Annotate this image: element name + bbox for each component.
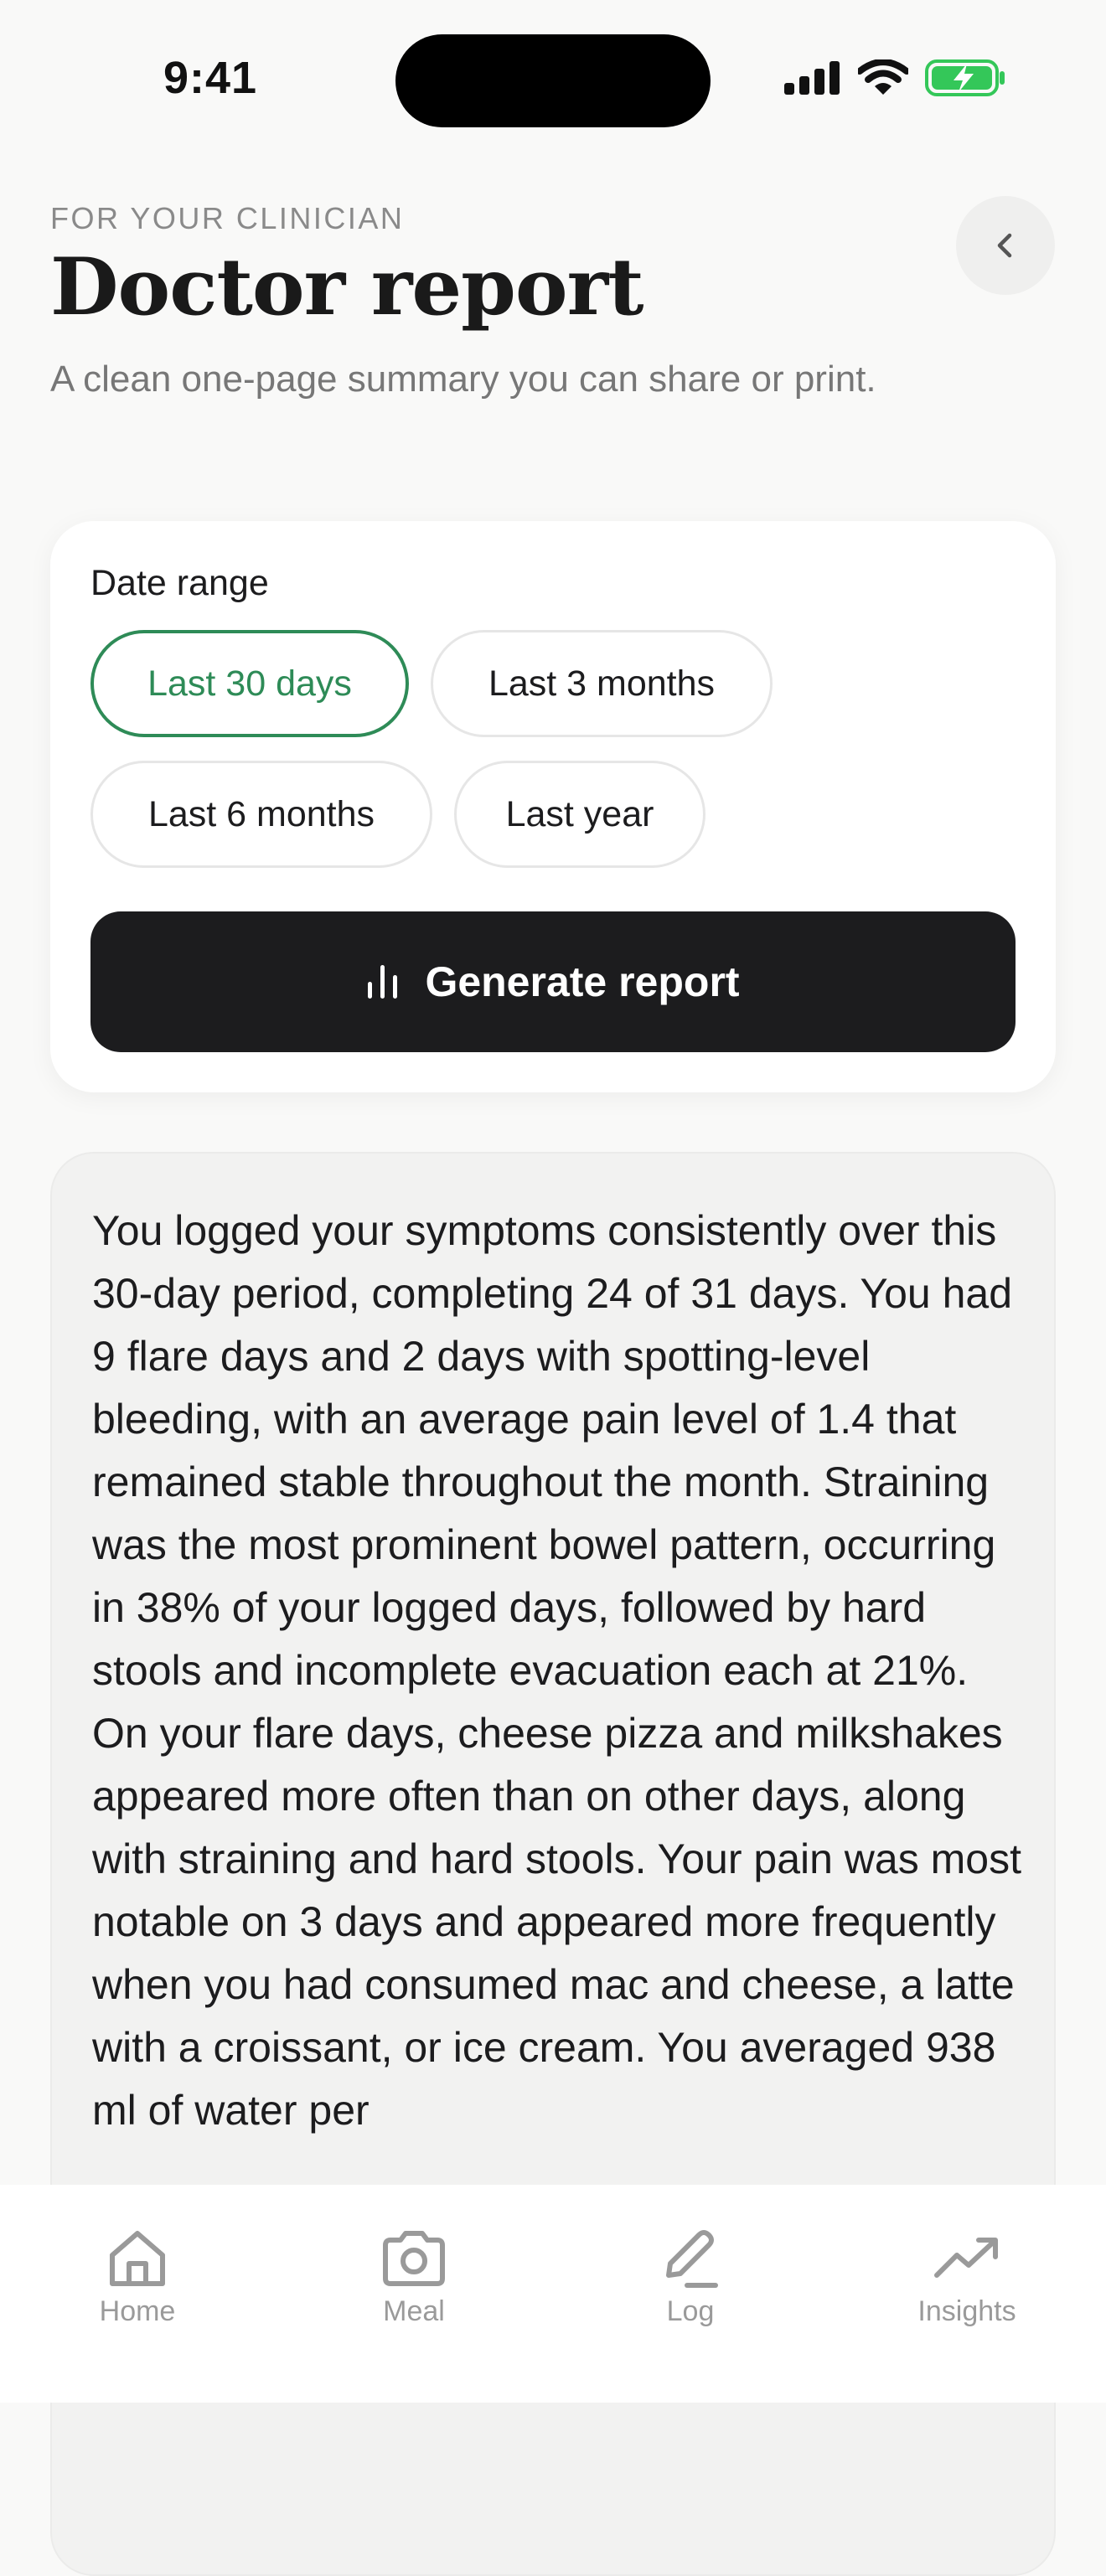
tab-meal[interactable]: Meal — [330, 2227, 498, 2328]
date-range-card: Date range Last 30 days Last 3 months La… — [50, 521, 1056, 1092]
battery-charging-icon — [925, 59, 1005, 96]
status-bar: 9:41 — [0, 0, 1106, 159]
tab-insights-label: Insights — [917, 2295, 1016, 2327]
back-button[interactable] — [956, 196, 1055, 295]
chip-last-6-months[interactable]: Last 6 months — [90, 761, 432, 868]
chip-last-3-months[interactable]: Last 3 months — [431, 630, 773, 737]
page-subtitle: A clean one-page summary you can share o… — [50, 359, 876, 400]
section-eyebrow: FOR YOUR CLINICIAN — [50, 201, 405, 235]
generate-report-button[interactable]: Generate report — [90, 911, 1016, 1052]
home-icon — [110, 2231, 165, 2286]
chevron-left-icon — [997, 233, 1012, 258]
camera-icon — [383, 2231, 445, 2286]
chip-last-30-days[interactable]: Last 30 days — [90, 630, 409, 737]
tab-home[interactable]: Home — [54, 2227, 221, 2328]
status-icons — [784, 59, 1005, 97]
tab-meal-label: Meal — [383, 2295, 445, 2327]
status-time: 9:41 — [163, 53, 258, 103]
date-range-label: Date range — [90, 563, 269, 603]
chip-last-year[interactable]: Last year — [454, 761, 705, 868]
cellular-signal-icon — [784, 61, 840, 95]
tab-home-label: Home — [99, 2295, 176, 2327]
bar-chart-icon — [368, 965, 398, 999]
wifi-icon — [858, 59, 908, 95]
tab-log-label: Log — [666, 2295, 715, 2327]
pencil-icon — [666, 2230, 718, 2288]
page-title: Doctor report — [50, 241, 644, 333]
generate-report-label: Generate report — [425, 958, 740, 1005]
trend-icon — [934, 2238, 998, 2278]
dynamic-island — [395, 34, 711, 127]
tab-log[interactable]: Log — [607, 2227, 774, 2328]
tab-insights[interactable]: Insights — [883, 2227, 1051, 2328]
tab-bar: Home Meal Log Insights — [0, 2185, 1106, 2403]
report-summary-text: You logged your symptoms consistently ov… — [92, 1207, 1021, 2134]
